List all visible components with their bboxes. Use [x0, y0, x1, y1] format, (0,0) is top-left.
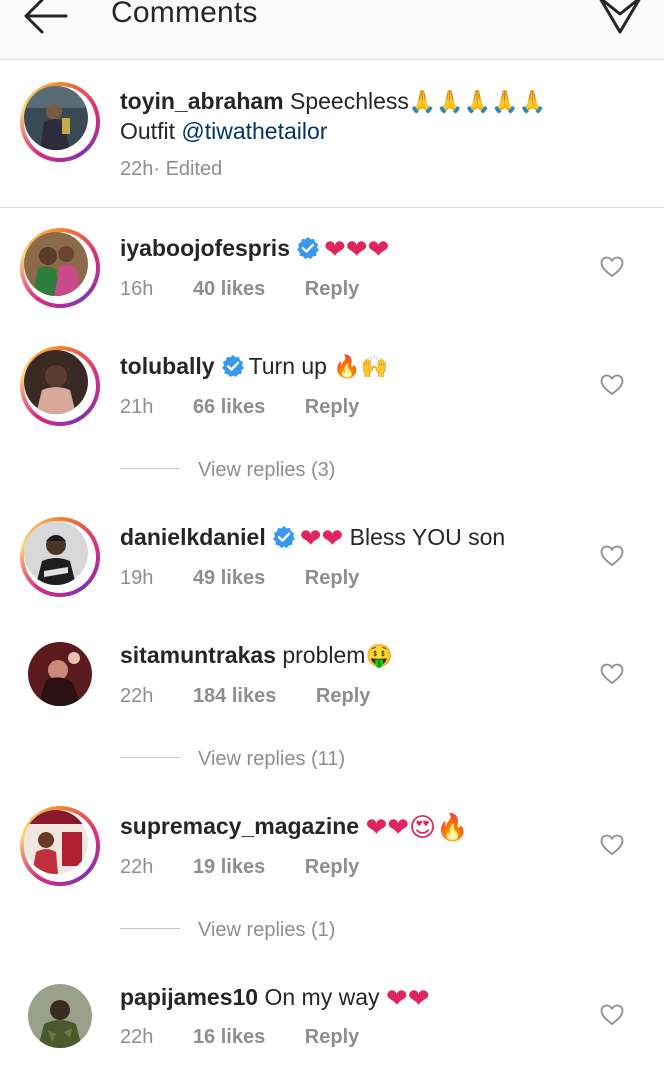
view-replies-button[interactable]: View replies (11) [120, 748, 345, 771]
heart-outline-icon[interactable] [600, 1004, 624, 1026]
view-replies-button[interactable]: View replies (1) [120, 919, 335, 942]
divider [120, 468, 180, 470]
view-replies-label: View replies (1) [198, 919, 336, 941]
comment-text: On my way [258, 984, 386, 1010]
verified-badge-icon [296, 237, 319, 259]
heart-outline-icon[interactable] [600, 663, 624, 685]
view-replies-label: View replies (11) [198, 748, 346, 770]
comment-likes[interactable]: 40 likes [193, 278, 265, 300]
caption-username[interactable]: toyin_abraham [120, 88, 284, 114]
divider [120, 757, 180, 759]
verified-badge-icon [272, 526, 295, 548]
reply-button[interactable]: Reply [305, 396, 359, 418]
comment-emojis: 🔥🙌 [333, 355, 389, 380]
comment-likes[interactable]: 49 likes [193, 567, 265, 589]
comment-time: 21h [120, 396, 154, 418]
avatar-photo [24, 86, 88, 150]
caption-emojis: 🙏🙏🙏🙏🙏 [408, 90, 546, 115]
comment-emojis: 🤑 [365, 644, 393, 669]
avatar-photo [28, 642, 92, 706]
comment-likes[interactable]: 16 likes [193, 1026, 265, 1048]
avatar-photo [24, 232, 88, 296]
reply-button[interactable]: Reply [305, 567, 359, 589]
heart-outline-icon[interactable] [600, 834, 624, 856]
avatar[interactable] [20, 228, 100, 308]
comment-text: Bless YOU son [343, 524, 506, 550]
reply-button[interactable]: Reply [316, 685, 370, 707]
comment-username[interactable]: supremacy_magazine [120, 813, 359, 839]
caption-text-line2: Outfit [120, 118, 182, 144]
comment-time: 22h [120, 1026, 154, 1048]
divider [120, 928, 180, 930]
heart-outline-icon[interactable] [600, 256, 624, 278]
comment-text: Turn up [248, 353, 334, 379]
avatar-photo [24, 350, 88, 414]
heart-outline-icon[interactable] [600, 545, 624, 567]
comment-username[interactable]: tolubally [120, 353, 215, 379]
avatar[interactable] [20, 82, 100, 162]
comment-likes[interactable]: 19 likes [193, 856, 265, 878]
comment-likes[interactable]: 184 likes [193, 685, 276, 707]
reply-button[interactable]: Reply [305, 278, 359, 300]
post-caption: toyin_abraham Speechless🙏🙏🙏🙏🙏 Outfit @ti… [0, 60, 664, 208]
avatar[interactable] [20, 346, 100, 426]
view-replies-button[interactable]: View replies (3) [120, 459, 335, 482]
page-title: Comments [111, 0, 258, 29]
comment-time: 22h [120, 856, 154, 878]
comment-emojis: ❤❤❤ [323, 234, 390, 264]
avatar-photo [24, 521, 88, 585]
verified-badge-icon [221, 355, 244, 377]
reply-button[interactable]: Reply [305, 856, 359, 878]
reply-button[interactable]: Reply [305, 1026, 359, 1048]
comment-text: problem [275, 642, 366, 668]
avatar[interactable] [20, 976, 100, 1056]
comment-emojis: ❤❤ [299, 523, 344, 553]
top-bar: Comments [0, 0, 664, 60]
avatar[interactable] [20, 517, 100, 597]
avatar-photo [28, 984, 92, 1048]
caption-time: 22h [120, 158, 154, 180]
caption-edited: · Edited [153, 158, 223, 180]
avatar-photo [24, 810, 88, 874]
comment-emojis: ❤❤ [385, 983, 430, 1013]
caption-text: Speechless [290, 88, 409, 114]
view-replies-label: View replies (3) [198, 459, 336, 481]
comment-emojis: ❤❤😍🔥 [365, 812, 469, 842]
comment-username[interactable]: danielkdaniel [120, 524, 266, 550]
avatar[interactable] [20, 806, 100, 886]
comment-username[interactable]: papijames10 [120, 984, 258, 1010]
arrow-left-icon[interactable] [22, 0, 68, 36]
avatar[interactable] [20, 634, 100, 714]
comment-username[interactable]: iyaboojofespris [120, 235, 290, 261]
caption-mention-link[interactable]: @tiwathetailor [181, 118, 327, 144]
comment-time: 19h [120, 567, 154, 589]
comment-time: 22h [120, 685, 154, 707]
paper-plane-icon[interactable] [598, 0, 642, 36]
comment-time: 16h [120, 278, 154, 300]
comment-username[interactable]: sitamuntrakas [120, 642, 276, 668]
comment-likes[interactable]: 66 likes [193, 396, 265, 418]
heart-outline-icon[interactable] [600, 374, 624, 396]
